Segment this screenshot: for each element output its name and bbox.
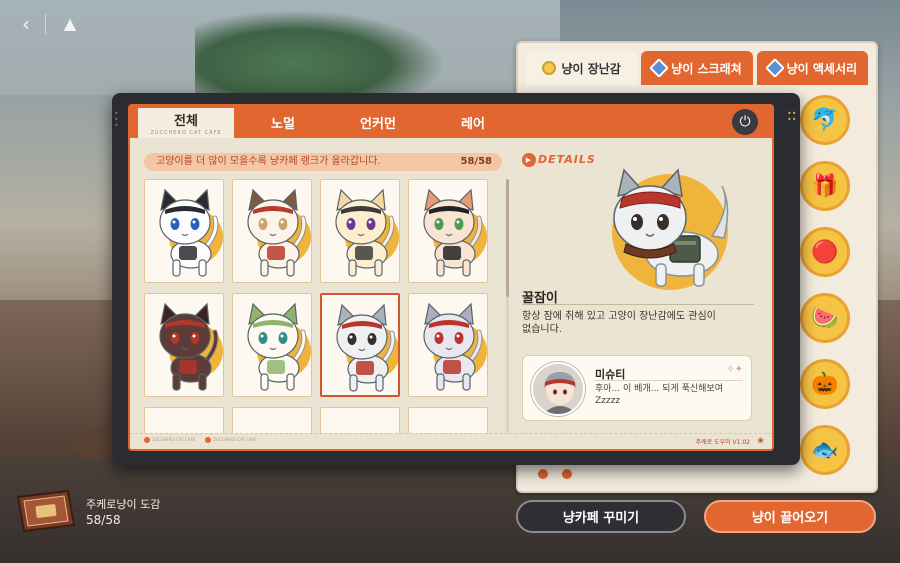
cat-illustration [335, 188, 395, 277]
deco-dot [538, 469, 548, 479]
modal-footer: ZUCCHERO CAT CAFE ZUCCHERO CAT CAFE 주케로 … [130, 433, 772, 449]
tab-cat-accessory[interactable]: 냥이 액세서리 [756, 51, 868, 85]
cat-card[interactable] [408, 293, 488, 397]
frame-dots-left: • • • [114, 109, 119, 130]
tab-label: 냥이 액세서리 [786, 61, 858, 76]
tab-cat-scratcher[interactable]: 냥이 스크래쳐 [641, 51, 753, 85]
tab-label: 냥이 스크래쳐 [671, 61, 742, 76]
cat-card[interactable] [232, 293, 312, 397]
dolphin-toy-icon[interactable]: 🐬 [800, 95, 850, 145]
selected-cat-illustration [613, 168, 729, 287]
cat-card[interactable] [144, 179, 224, 283]
cat-illustration [423, 188, 483, 277]
cat-illustration [423, 302, 483, 391]
comment-text: 후아... 이 베개... 되게 푹신해보여Zzzzz [595, 384, 723, 406]
cat-card[interactable] [144, 293, 224, 397]
book-illustration [16, 489, 76, 533]
collection-progress: 58/58 [86, 513, 121, 527]
rank-hint-text: 고양이를 더 많이 모을수록 냥카페 랭크가 올라갑니다. [156, 156, 381, 167]
cat-illustration [247, 188, 307, 277]
cat-illustration [159, 188, 219, 277]
melon-toy-icon[interactable]: 🍉 [800, 293, 850, 343]
home-icon[interactable]: ▲ [58, 12, 82, 36]
cat-card[interactable] [232, 407, 312, 435]
cat-card[interactable] [320, 179, 400, 283]
modal-content: 전체 ZUCCHERO CAT CAFE 노멀 언커먼 레어 ⏻ 고양이를 더 … [128, 104, 774, 451]
footer-brand: ZUCCHERO CAT CAFE [144, 437, 195, 443]
grid-scrollbar-thumb[interactable] [506, 179, 509, 297]
play-icon: ▶ [522, 153, 536, 167]
cat-card[interactable] [320, 293, 400, 397]
rank-hint-bar: 고양이를 더 많이 모을수록 냥카페 랭크가 올라갑니다. 58/58 [144, 153, 502, 171]
paw-icon: ❀ [757, 436, 764, 445]
details-logo-text: DETAILS [538, 153, 596, 166]
close-power-icon[interactable]: ⏻ [732, 109, 758, 135]
cat-collection-modal: • • • •• •• 전체 ZUCCHERO CAT CAFE 노멀 언커먼 레어 … [112, 93, 800, 465]
rarity-tabbar: 전체 ZUCCHERO CAT CAFE 노멀 언커먼 레어 ⏻ [130, 106, 772, 138]
cat-illustration [336, 303, 396, 392]
nav-divider [45, 14, 46, 34]
collection-title: 주케로냥이 도감 [86, 498, 161, 511]
sparkle-icon: ✧✦ [726, 364, 743, 375]
version-label: 주케로 도우미 V1.02 [695, 439, 750, 446]
call-cat-button[interactable]: 냥이 끌어오기 [704, 500, 876, 533]
footer-brand: ZUCCHERO CAT CAFE [205, 437, 257, 443]
gift-box-toy-icon[interactable]: 🎁 [800, 161, 850, 211]
cat-card[interactable] [320, 407, 400, 435]
cat-grid [144, 179, 504, 435]
cat-illustration [247, 302, 307, 391]
side-tabs: 냥이 장난감 냥이 스크래쳐 냥이 액세서리 [526, 51, 868, 85]
avatar [531, 362, 585, 416]
accessory-category-icon [764, 58, 785, 78]
avatar-illustration [533, 364, 583, 414]
tab-cat-toys[interactable]: 냥이 장난감 [526, 51, 638, 85]
toy-list: 🐬 🎁 🔴 🍉 🎃 🐟 [800, 95, 856, 491]
frame-dots-right: •• •• [787, 109, 797, 124]
decorate-cafe-button[interactable]: 냥카페 꾸미기 [516, 500, 686, 533]
cat-illustration [159, 302, 219, 391]
comment-divider [595, 380, 743, 381]
cat-card[interactable] [144, 407, 224, 435]
ball-toy-icon[interactable]: 🔴 [800, 227, 850, 277]
cat-card[interactable] [232, 179, 312, 283]
scratcher-category-icon [649, 58, 670, 78]
tab-all[interactable]: 전체 ZUCCHERO CAT CAFE [138, 108, 234, 138]
cat-card[interactable] [408, 179, 488, 283]
footer-brand-marks: ZUCCHERO CAT CAFE ZUCCHERO CAT CAFE [144, 437, 257, 443]
tab-rare[interactable]: 레어 [428, 106, 518, 138]
cat-card[interactable] [408, 407, 488, 435]
collection-book-icon[interactable] [14, 487, 78, 535]
tab-uncommon[interactable]: 언커먼 [328, 106, 428, 138]
selected-cat-art [582, 166, 742, 296]
fish-toy-icon[interactable]: 🐟 [800, 425, 850, 475]
toy-category-icon [542, 61, 557, 75]
comment-box: 미슈티 ✧✦ 후아... 이 베개... 되게 푹신해보여Zzzzz [522, 355, 752, 421]
details-logo: ▶ DETAILS [522, 153, 596, 167]
side-bottom-marks [538, 469, 572, 479]
cat-card-list [144, 179, 504, 435]
cat-description: 항상 잠에 취해 있고 고양이 장난감에도 관심이 없습니다. [522, 311, 716, 335]
back-icon[interactable]: ‹ [14, 12, 38, 36]
tab-label: 냥이 장난감 [561, 61, 621, 76]
pumpkin-toy-icon[interactable]: 🎃 [800, 359, 850, 409]
deco-dot [562, 469, 572, 479]
tab-sublabel: ZUCCHERO CAT CAFE [150, 130, 222, 136]
detail-divider [522, 304, 754, 305]
tab-normal[interactable]: 노멀 [238, 106, 328, 138]
plant-backdrop [195, 10, 445, 100]
tab-label: 전체 [174, 114, 198, 129]
collection-count: 58/58 [460, 156, 492, 167]
